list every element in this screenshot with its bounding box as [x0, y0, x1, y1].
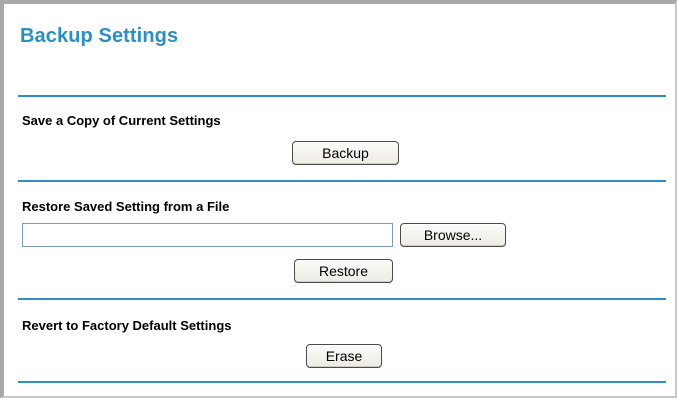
settings-panel: Backup Settings Save a Copy of Current S…	[0, 0, 677, 398]
restore-button[interactable]: Restore	[294, 259, 393, 283]
restore-section-label: Restore Saved Setting from a File	[22, 199, 230, 214]
backup-button[interactable]: Backup	[292, 141, 399, 165]
section-divider	[18, 298, 666, 300]
section-divider	[18, 180, 666, 182]
page-title: Backup Settings	[20, 25, 179, 47]
erase-section-label: Revert to Factory Default Settings	[22, 318, 232, 333]
backup-section-label: Save a Copy of Current Settings	[22, 113, 221, 128]
erase-button[interactable]: Erase	[306, 344, 382, 368]
section-divider	[18, 95, 666, 97]
browse-button[interactable]: Browse...	[400, 223, 506, 247]
restore-file-input[interactable]	[22, 223, 393, 247]
section-divider	[18, 381, 666, 383]
